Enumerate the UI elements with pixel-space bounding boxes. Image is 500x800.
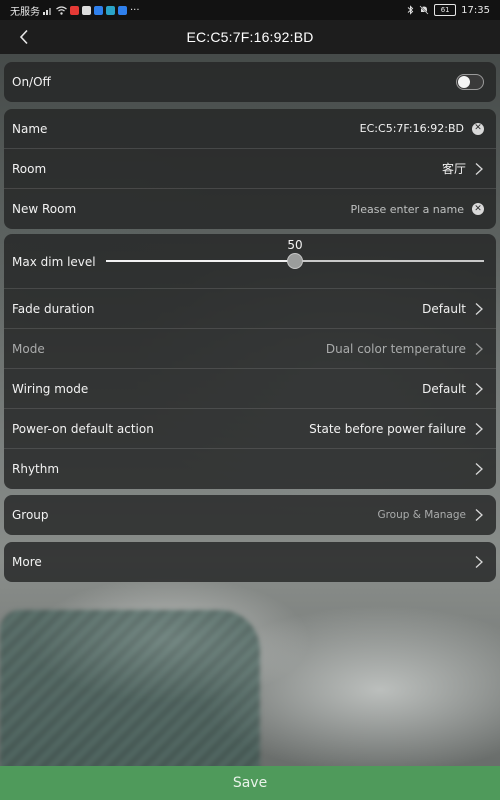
power-toggle[interactable] [456,74,484,90]
power-on-default-row[interactable]: Power-on default action State before pow… [4,409,496,449]
mode-row[interactable]: Mode Dual color temperature [4,329,496,369]
back-arrow-icon [19,29,28,45]
power-row: On/Off [4,62,496,102]
new-room-input[interactable]: Please enter a name [351,203,464,216]
chevron-right-icon [475,556,483,568]
bluetooth-icon [407,5,414,15]
max-dim-slider[interactable]: 50 [106,238,484,269]
status-bar: 无服务 ··· 61 17:35 [0,0,500,20]
app-notification-icon [70,5,79,15]
app-icon [94,5,103,15]
chevron-right-icon [475,382,483,395]
more-card: More [4,542,496,582]
clock: 17:35 [461,4,490,16]
mode-value: Dual color temperature [325,341,466,356]
app-icon-2 [106,5,115,15]
mode-label: Mode [12,341,45,356]
power-label: On/Off [12,75,51,89]
slider-value: 50 [287,238,303,252]
signal-icon [43,7,51,15]
group-card: Group Group & Manage [4,495,496,535]
new-room-label: New Room [12,202,77,216]
battery-icon: 61 [434,4,457,16]
info-card: Name EC:C5:7F:16:92:BD ✕ Room 客厅 New Roo… [4,109,496,229]
new-room-row[interactable]: New Room Please enter a name ✕ [4,189,496,229]
max-dim-label: Max dim level [12,255,96,269]
save-button[interactable]: Save [0,766,500,800]
more-label: More [12,555,42,569]
chevron-right-icon [475,342,483,355]
more-notifications: ··· [130,4,140,16]
chevron-right-icon [475,302,483,315]
chevron-right-icon [475,422,483,435]
group-value: Group & Manage [377,509,466,521]
wifi-icon [56,5,67,15]
group-label: Group [12,508,49,522]
name-value[interactable]: EC:C5:7F:16:92:BD [360,122,464,135]
room-label: Room [12,161,47,176]
power-card: On/Off [4,62,496,102]
name-row[interactable]: Name EC:C5:7F:16:92:BD ✕ [4,109,496,149]
background-rug [0,610,260,770]
wiring-mode-row[interactable]: Wiring mode Default [4,369,496,409]
room-value: 客厅 [441,162,466,176]
status-right: 61 17:35 [407,4,500,16]
group-row[interactable]: Group Group & Manage [4,495,496,535]
chevron-right-icon [475,509,483,521]
mute-bell-icon [419,5,429,15]
rhythm-row[interactable]: Rhythm [4,449,496,489]
room-row[interactable]: Room 客厅 [4,149,496,189]
wiring-mode-label: Wiring mode [12,381,89,396]
name-label: Name [12,121,48,136]
status-left: 无服务 ··· [0,3,140,18]
fade-duration-value: Default [422,301,466,316]
power-on-default-label: Power-on default action [12,421,154,436]
mail-icon [82,5,91,15]
toggle-knob [458,76,470,88]
back-button[interactable] [10,23,38,51]
app-icon-3 [118,5,127,15]
power-on-default-value: State before power failure [309,421,466,436]
more-row[interactable]: More [4,542,496,582]
chevron-right-icon [475,463,483,475]
carrier-text: 无服务 [10,6,40,18]
chevron-right-icon [475,162,483,175]
clear-name-icon[interactable]: ✕ [472,122,484,135]
slider-fill [106,260,295,262]
settings-card: Max dim level 50 Fade duration Default M… [4,234,496,489]
wiring-mode-value: Default [422,381,466,396]
page-title: EC:C5:7F:16:92:BD [186,29,314,45]
app-header: EC:C5:7F:16:92:BD [0,20,500,54]
max-dim-row: Max dim level 50 [4,234,496,289]
rhythm-label: Rhythm [12,462,60,476]
clear-new-room-icon[interactable]: ✕ [472,203,484,215]
fade-duration-row[interactable]: Fade duration Default [4,289,496,329]
fade-duration-label: Fade duration [12,301,95,316]
slider-knob[interactable] [287,253,303,269]
